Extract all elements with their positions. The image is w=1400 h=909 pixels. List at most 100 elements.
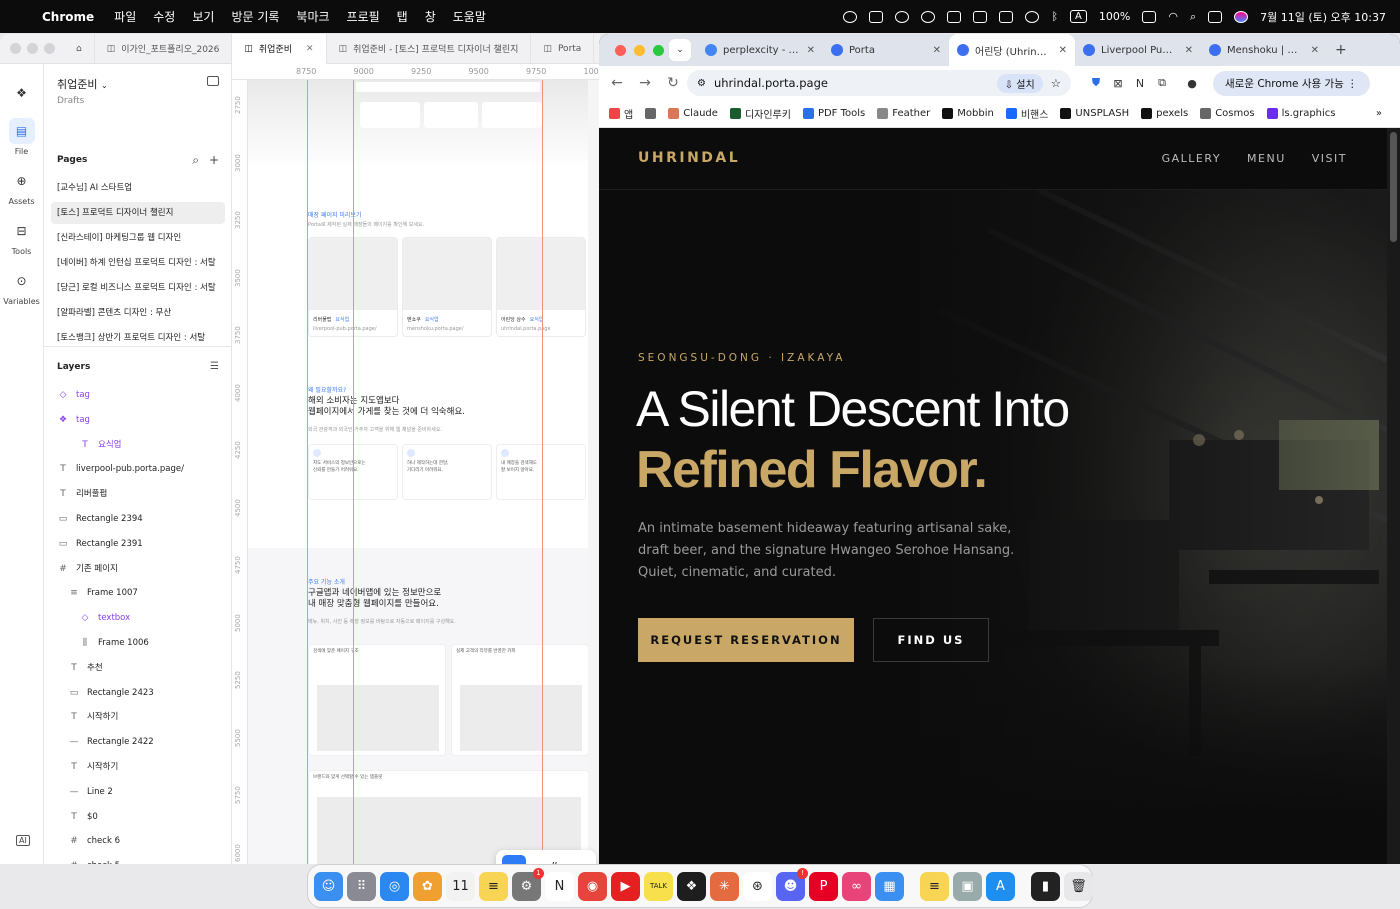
photos-icon[interactable]: ✿ (413, 871, 442, 901)
notion-clipper-icon[interactable]: N (1129, 77, 1151, 90)
extensions-puzzle-icon[interactable]: ⧉ (1151, 76, 1173, 90)
messages-icon[interactable] (843, 10, 858, 23)
layer-row[interactable]: ◇ textbox (80, 608, 131, 628)
page-item[interactable]: [네이버] 하계 인턴십 프로덕트 디자인 : 서탈 (51, 252, 225, 274)
close-tab-icon[interactable]: ✕ (1059, 45, 1067, 56)
file-name[interactable]: 취업준비 ⌄ (57, 76, 108, 92)
move-tool-icon[interactable]: ➤ (502, 855, 526, 864)
kakaotalk-icon[interactable]: TALK (644, 871, 673, 901)
notes-icon[interactable]: ≡ (479, 871, 508, 901)
nav-link-gallery[interactable]: GALLERY (1162, 152, 1221, 165)
chatgpt-icon[interactable] (895, 10, 910, 23)
pinterest-icon[interactable]: P (809, 871, 838, 901)
browser-tab[interactable]: Porta ✕ (823, 34, 949, 66)
rail-item-tools[interactable]: ⊟ Tools (0, 218, 43, 256)
layer-row[interactable]: T $0 (69, 807, 98, 827)
menu-item[interactable]: 도움말 (453, 8, 486, 25)
menu-item[interactable]: 보기 (192, 8, 214, 25)
page-item[interactable]: [교수님] AI 스타트업 (51, 177, 225, 199)
layer-row[interactable]: # 기존 페이지 (58, 559, 118, 579)
menu-item[interactable]: 방문 기록 (231, 8, 279, 25)
rail-item-file[interactable]: ▤ File (0, 118, 43, 156)
browser-tab[interactable]: perplexcity - Goo ✕ (697, 34, 823, 66)
menu-item[interactable]: 창 (425, 8, 436, 25)
ai-icon[interactable]: AI (16, 835, 30, 846)
app-menu-chrome[interactable]: Chrome (42, 10, 94, 24)
screen-recorder-icon[interactable]: ▮ (1031, 871, 1060, 901)
control-center-icon[interactable] (1208, 10, 1223, 23)
page-scrollbar[interactable] (1387, 128, 1400, 864)
site-info-icon[interactable]: ⚙ (697, 78, 706, 89)
menu-item[interactable]: 수정 (153, 8, 175, 25)
layer-row[interactable]: ▭ Rectangle 2394 (58, 509, 143, 529)
more-bookmarks-icon[interactable]: » (1376, 108, 1382, 119)
calendar-icon[interactable]: 11 (446, 871, 475, 901)
screen-icon[interactable] (999, 10, 1014, 23)
browser-tab[interactable]: 어린당 (Uhrindal) ✕ (949, 34, 1075, 66)
close-tab-icon[interactable]: ✕ (1311, 45, 1319, 56)
bookmark-item[interactable]: 앱 (609, 106, 633, 121)
nav-link-menu[interactable]: MENU (1247, 152, 1286, 165)
finder-2-icon[interactable]: ▦ (875, 871, 904, 901)
preview-icon[interactable]: ▣ (953, 871, 982, 901)
figma-logo[interactable]: ❖ (0, 80, 43, 106)
layer-row[interactable]: ◇ tag (58, 385, 90, 405)
add-page-icon[interactable]: + (209, 153, 219, 168)
layer-row[interactable]: # check 5 (69, 856, 120, 864)
layer-row[interactable]: Tliverpool-pub.porta.page/ (58, 459, 184, 479)
figma-file-tab[interactable]: ◫ 취업준비 - [토스] 프로덕트 디자이너 챌린지 (327, 34, 532, 64)
notion-icon[interactable]: N (545, 871, 574, 901)
youtube-music-icon[interactable]: ▶ (611, 871, 640, 901)
minimize-window-button[interactable] (27, 43, 38, 54)
trash-icon[interactable]: 🗑 (1064, 871, 1093, 901)
airdrop-icon[interactable] (1025, 10, 1040, 23)
extension-x-icon[interactable]: ⊠ (1107, 77, 1129, 90)
bookmark-item[interactable]: Mobbin (942, 106, 994, 121)
bookmark-item[interactable]: pexels (1141, 106, 1188, 121)
page-item[interactable]: [알파라벨] 콘텐츠 디자인 : 무산 (51, 302, 225, 324)
claude-icon[interactable]: ✳ (710, 871, 739, 901)
chatgpt-icon[interactable]: ⊛ (743, 871, 772, 901)
menu-item[interactable]: 북마크 (296, 8, 329, 25)
layer-row[interactable]: T 리버풀펍 (58, 484, 107, 504)
page-item[interactable]: [당근] 로컬 비즈니스 프로덕트 디자인 : 서탈 (51, 277, 225, 299)
rail-item-variables[interactable]: ⊙ Variables (0, 268, 43, 306)
layer-row[interactable]: T 시작하기 (69, 707, 118, 727)
bookmark-star-icon[interactable]: ☆ (1051, 76, 1061, 90)
page-item[interactable]: [신라스테이] 마케팅그룹 웹 디자인 (51, 227, 225, 249)
bluetooth-icon[interactable]: ᛒ (1051, 10, 1058, 23)
nav-link-visit[interactable]: VISIT (1312, 152, 1347, 165)
layer-row[interactable]: ⫼ Frame 1006 (80, 633, 149, 653)
battery-icon[interactable] (1142, 10, 1157, 23)
figma-agent-icon[interactable] (869, 10, 884, 23)
bookmark-item[interactable]: 비핸스 (1005, 106, 1048, 121)
tab-search-icon[interactable]: ⌄ (669, 39, 691, 61)
layer-row[interactable]: T 요식업 (80, 435, 121, 455)
figma-file-tab[interactable]: ◫ Porta (531, 34, 595, 64)
layer-row[interactable]: T 추천 (69, 658, 102, 678)
safari-icon[interactable]: ◎ (380, 871, 409, 901)
chrome-icon[interactable]: ◉ (578, 871, 607, 901)
rail-item-assets[interactable]: ⊕ Assets (0, 168, 43, 206)
discord-icon[interactable]: ☻! (776, 867, 808, 901)
close-tab-icon[interactable]: ✕ (933, 45, 941, 56)
menu-item[interactable]: 프로필 (347, 8, 380, 25)
close-tab-icon[interactable]: ✕ (1185, 45, 1193, 56)
reload-icon[interactable]: ↻ (659, 75, 687, 91)
bookmark-item[interactable]: Cosmos (1200, 106, 1255, 121)
creative-cloud-icon[interactable]: ∞ (842, 871, 871, 901)
request-reservation-button[interactable]: REQUEST RESERVATION (638, 618, 854, 662)
bookmark-item[interactable]: 디자인루키 (729, 106, 791, 121)
address-bar[interactable]: ⚙ uhrindal.porta.page ⇩ 설치 ☆ (687, 70, 1071, 96)
bookmark-item[interactable]: ls.graphics (1266, 106, 1336, 121)
finder-icon[interactable]: ☺ (314, 871, 343, 901)
home-tab[interactable]: ⌂ (64, 34, 95, 64)
url-text[interactable]: uhrindal.porta.page (714, 76, 989, 90)
menu-item[interactable]: 탭 (397, 8, 408, 25)
site-logo[interactable]: UHRINDAL (638, 150, 740, 166)
clock[interactable]: 7월 11일 (토) 오후 10:37 (1260, 9, 1386, 25)
spotlight-icon[interactable]: ⌕ (1190, 10, 1196, 24)
figma-file-tab[interactable]: ◫ 이가인_포트폴리오_2026 (95, 34, 233, 64)
find-us-button[interactable]: FIND US (873, 618, 989, 662)
sidebar-toggle-icon[interactable] (207, 76, 219, 86)
